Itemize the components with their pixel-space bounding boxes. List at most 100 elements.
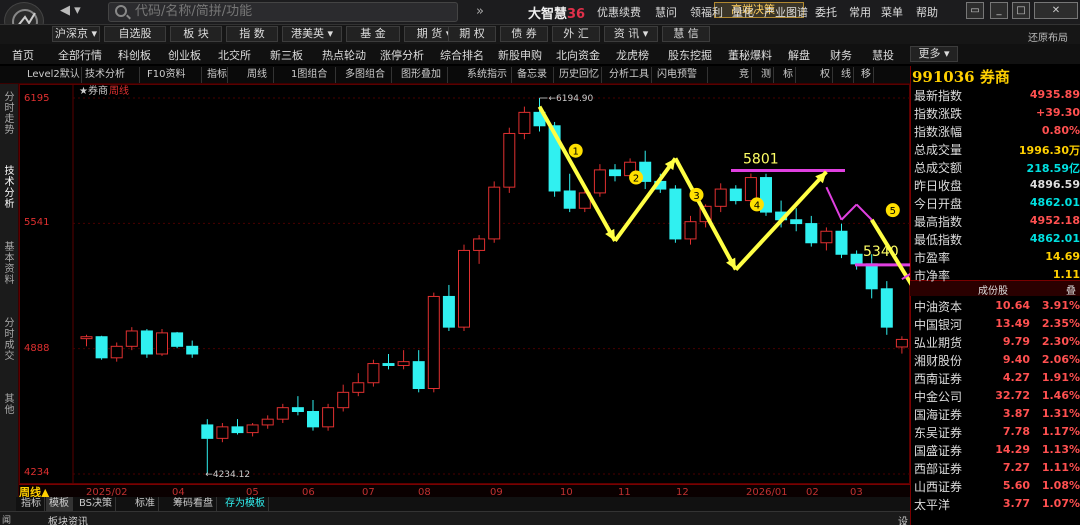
maximize-icon[interactable]: □: [1012, 2, 1030, 19]
chart-tool[interactable]: 1图组合: [288, 67, 336, 83]
nav-item[interactable]: 热点轮动: [322, 47, 366, 63]
more-button[interactable]: 更多 ▾: [910, 46, 958, 62]
side-tab[interactable]: 其他: [2, 394, 17, 416]
level-label: 5801: [743, 152, 779, 168]
kline-chart[interactable]: ←6194.90←4234.12★券商 周线5801534012345: [19, 84, 910, 484]
chart-tool[interactable]: 权: [817, 67, 833, 83]
market-button[interactable]: 资 讯 ▾: [604, 26, 658, 42]
overlay-icon[interactable]: 叠: [1066, 282, 1076, 297]
chart-tool[interactable]: 测: [758, 67, 774, 83]
constituent-row[interactable]: 中国银河 13.49 2.35%: [914, 315, 1080, 333]
side-tab[interactable]: 分时走势: [2, 92, 17, 136]
window-menu-icon[interactable]: ▭: [966, 2, 984, 19]
constituent-row[interactable]: 国盛证券 14.29 1.13%: [914, 441, 1080, 459]
market-button[interactable]: 板 块: [170, 26, 222, 42]
top-link[interactable]: 常用: [849, 4, 871, 20]
status-text[interactable]: 板块资讯: [48, 513, 88, 525]
nav-item[interactable]: 综合排名: [440, 47, 484, 63]
nav-item[interactable]: 董秘爆料: [728, 47, 772, 63]
nav-item[interactable]: 北向资金: [556, 47, 600, 63]
nav-item[interactable]: 首页: [12, 47, 34, 63]
back-forward-icon[interactable]: ◀ ▾: [60, 3, 100, 21]
nav-item[interactable]: 新股申购: [498, 47, 542, 63]
bottom-tab[interactable]: 标准: [132, 497, 159, 511]
constituent-row[interactable]: 西部证券 7.27 1.11%: [914, 459, 1080, 477]
top-link[interactable]: 慧问: [655, 4, 677, 20]
constituent-row[interactable]: 太平洋 3.77 1.07%: [914, 495, 1080, 513]
nav-item[interactable]: 创业板: [168, 47, 201, 63]
nav-item[interactable]: 慧投: [872, 47, 894, 63]
bottom-tab[interactable]: 指标: [18, 497, 45, 511]
market-button[interactable]: 期 权: [448, 26, 496, 42]
restore-layout-button[interactable]: 还原布局: [1028, 29, 1068, 44]
nav-item[interactable]: 新三板: [270, 47, 303, 63]
constituent-row[interactable]: 中金公司 32.72 1.46%: [914, 387, 1080, 405]
side-tab[interactable]: 基本资料: [2, 242, 17, 286]
nav-item[interactable]: 全部行情: [58, 47, 102, 63]
nav-item[interactable]: 北交所: [218, 47, 251, 63]
constituent-row[interactable]: 东吴证券 7.78 1.17%: [914, 423, 1080, 441]
chart-tool[interactable]: F10资料: [144, 67, 202, 83]
nav-item[interactable]: 解盘: [788, 47, 810, 63]
constituent-row[interactable]: 湘财股份 9.40 2.06%: [914, 351, 1080, 369]
side-tab[interactable]: 分时成交: [2, 318, 17, 362]
chart-tool[interactable]: 分析工具: [606, 67, 652, 83]
market-button[interactable]: 基 金: [346, 26, 400, 42]
chart-tool[interactable]: 系统指示: [464, 67, 512, 83]
minimize-icon[interactable]: _: [990, 2, 1008, 19]
constituent-row[interactable]: 弘业期货 9.79 2.30%: [914, 333, 1080, 351]
nav-item[interactable]: 涨停分析: [380, 47, 424, 63]
market-button[interactable]: 慧 信: [662, 26, 710, 42]
market-button[interactable]: 指 数: [226, 26, 278, 42]
chart-tool[interactable]: 备忘录: [514, 67, 554, 83]
top-link[interactable]: 优惠续费: [597, 4, 641, 20]
bottom-tab[interactable]: 模板: [46, 497, 73, 511]
settings-label[interactable]: 设: [898, 513, 908, 525]
nav-item[interactable]: 财务: [830, 47, 852, 63]
chart-tool[interactable]: 标: [780, 67, 796, 83]
nav-item[interactable]: 科创板: [118, 47, 151, 63]
top-link[interactable]: 领福利: [690, 4, 723, 20]
market-button[interactable]: 外 汇: [552, 26, 600, 42]
market-button[interactable]: 沪深京 ▾: [52, 26, 100, 42]
constituent-row[interactable]: 山西证券 5.60 1.08%: [914, 477, 1080, 495]
candle-body: [820, 230, 833, 244]
chart-tool[interactable]: 技术分析: [82, 67, 140, 83]
side-tab[interactable]: 技术分析: [2, 166, 17, 210]
brand-main: 大智慧: [528, 7, 568, 22]
constituent-row[interactable]: 国海证券 3.87 1.31%: [914, 405, 1080, 423]
nav-item[interactable]: 股东挖掘: [668, 47, 712, 63]
top-link[interactable]: 产业图谱: [764, 4, 808, 20]
constituent-row[interactable]: 中油资本 10.64 3.91%: [914, 297, 1080, 315]
chart-tool[interactable]: 周线: [244, 67, 274, 83]
chart-tool[interactable]: 竞: [736, 67, 752, 83]
bottom-tab[interactable]: BS决策: [76, 497, 117, 511]
chart-tool[interactable]: 多图组合: [342, 67, 392, 83]
chart-period: 周线: [109, 84, 129, 97]
chart-tool[interactable]: 闪电预警: [654, 67, 708, 83]
top-link[interactable]: 菜单: [881, 4, 903, 20]
candle-body: [473, 238, 486, 251]
candle-body: [609, 169, 621, 177]
market-button[interactable]: 自选股: [104, 26, 166, 42]
close-icon[interactable]: ✕: [1034, 2, 1078, 19]
expand-icon[interactable]: »: [476, 4, 484, 19]
top-link[interactable]: 委托: [815, 4, 837, 20]
search-input[interactable]: 代码/名称/简拼/功能: [108, 2, 458, 22]
chart-tool[interactable]: 图形叠加: [398, 67, 448, 83]
top-link[interactable]: 量化: [732, 4, 754, 20]
market-button[interactable]: 港美英 ▾: [282, 26, 342, 42]
top-link[interactable]: 帮助: [916, 4, 938, 20]
market-button[interactable]: 债 券: [500, 26, 548, 42]
chart-tool[interactable]: 指标: [204, 67, 228, 83]
constituent-row[interactable]: 西南证券 4.27 1.91%: [914, 369, 1080, 387]
chart-tool[interactable]: 历史回忆: [556, 67, 602, 83]
stock-price: 7.78: [1002, 425, 1030, 438]
chart-tool[interactable]: 线: [838, 67, 854, 83]
bottom-tab[interactable]: 筹码看盘: [170, 497, 217, 511]
stock-name: 西南证券: [914, 372, 963, 386]
bottom-tab[interactable]: 存为模板: [222, 497, 269, 511]
chart-tool[interactable]: Level2默认: [24, 67, 82, 83]
chart-tool[interactable]: 移: [858, 67, 874, 83]
nav-item[interactable]: 龙虎榜: [616, 47, 649, 63]
